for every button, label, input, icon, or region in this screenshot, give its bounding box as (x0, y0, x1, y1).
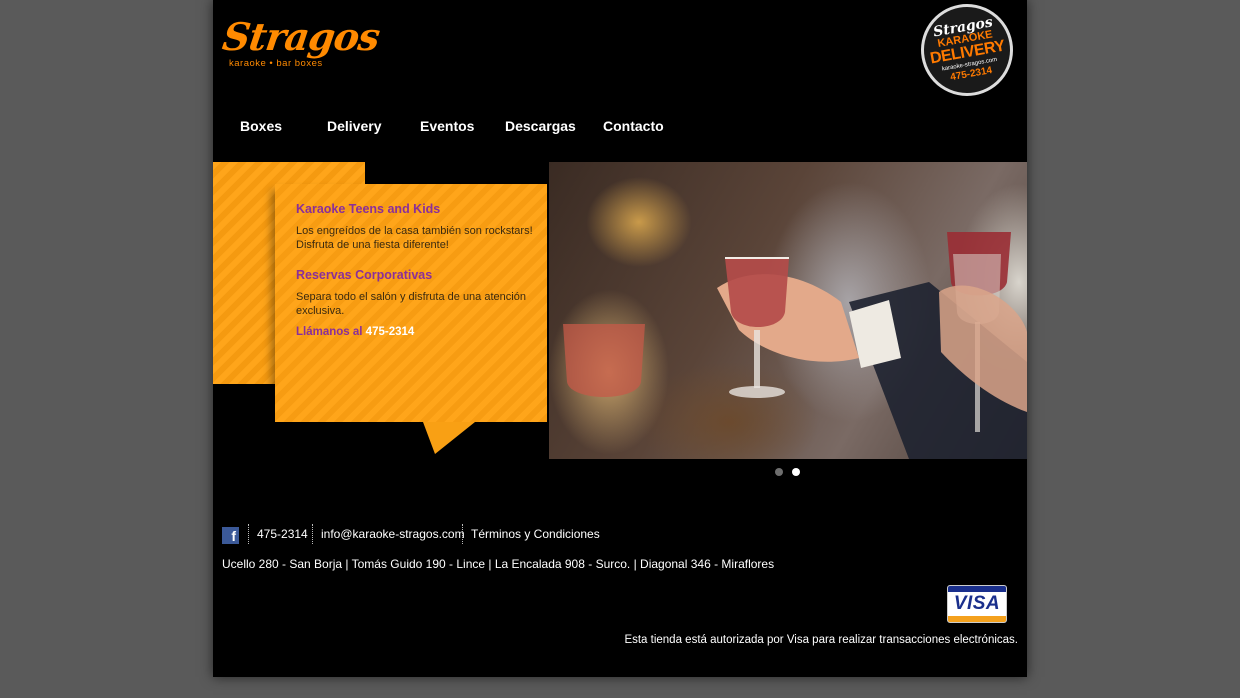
footer-email-link[interactable]: info@karaoke-stragos.com (321, 527, 465, 541)
facebook-icon[interactable]: f (222, 527, 239, 544)
visa-logo: VISA (947, 585, 1007, 623)
promo-heading-corporate: Reservas Corporativas (296, 268, 433, 282)
footer-separator (248, 524, 249, 544)
visa-authorization-note: Esta tienda está autorizada por Visa par… (624, 634, 1018, 646)
nav-contacto[interactable]: Contacto (603, 118, 664, 134)
slider-dot-2[interactable] (792, 468, 800, 476)
nav-descargas[interactable]: Descargas (505, 118, 576, 134)
promo-call-label: Llámanos al (296, 326, 363, 338)
footer-separator (462, 524, 463, 544)
slider-dot-1[interactable] (775, 468, 783, 476)
promo-heading-teens: Karaoke Teens and Kids (296, 202, 441, 216)
page-container: Stragos karaoke • bar boxes Stragos KARA… (213, 0, 1027, 677)
toast-photo-illustration (563, 232, 1027, 459)
karaoke-delivery-badge[interactable]: Stragos KARAOKE DELIVERY karaoke-stragos… (913, 0, 1021, 104)
footer-phone[interactable]: 475-2314 (257, 527, 308, 541)
footer-separator (312, 524, 313, 544)
visa-wordmark: VISA (953, 593, 1001, 614)
hero-slide-image[interactable] (549, 162, 1027, 459)
promo-text-teens: Los engreídos de la casa también son roc… (296, 225, 533, 251)
promo-call-number[interactable]: 475-2314 (366, 326, 415, 338)
logo-tagline: karaoke • bar boxes (229, 58, 323, 69)
stragos-logo[interactable]: Stragos karaoke • bar boxes (220, 14, 382, 74)
promo-text-corporate: Separa todo el salón y disfruta de una a… (296, 291, 526, 317)
nav-boxes[interactable]: Boxes (240, 118, 282, 134)
promo-bubble-tail (423, 422, 475, 454)
footer-terms-link[interactable]: Términos y Condiciones (471, 527, 600, 541)
logo-wordmark: Stragos (219, 14, 383, 59)
footer-addresses: Ucello 280 - San Borja | Tomás Guido 190… (222, 557, 775, 571)
promo-call-line: Llámanos al 475-2314 (296, 326, 414, 338)
nav-eventos[interactable]: Eventos (420, 118, 474, 134)
nav-delivery[interactable]: Delivery (327, 118, 381, 134)
